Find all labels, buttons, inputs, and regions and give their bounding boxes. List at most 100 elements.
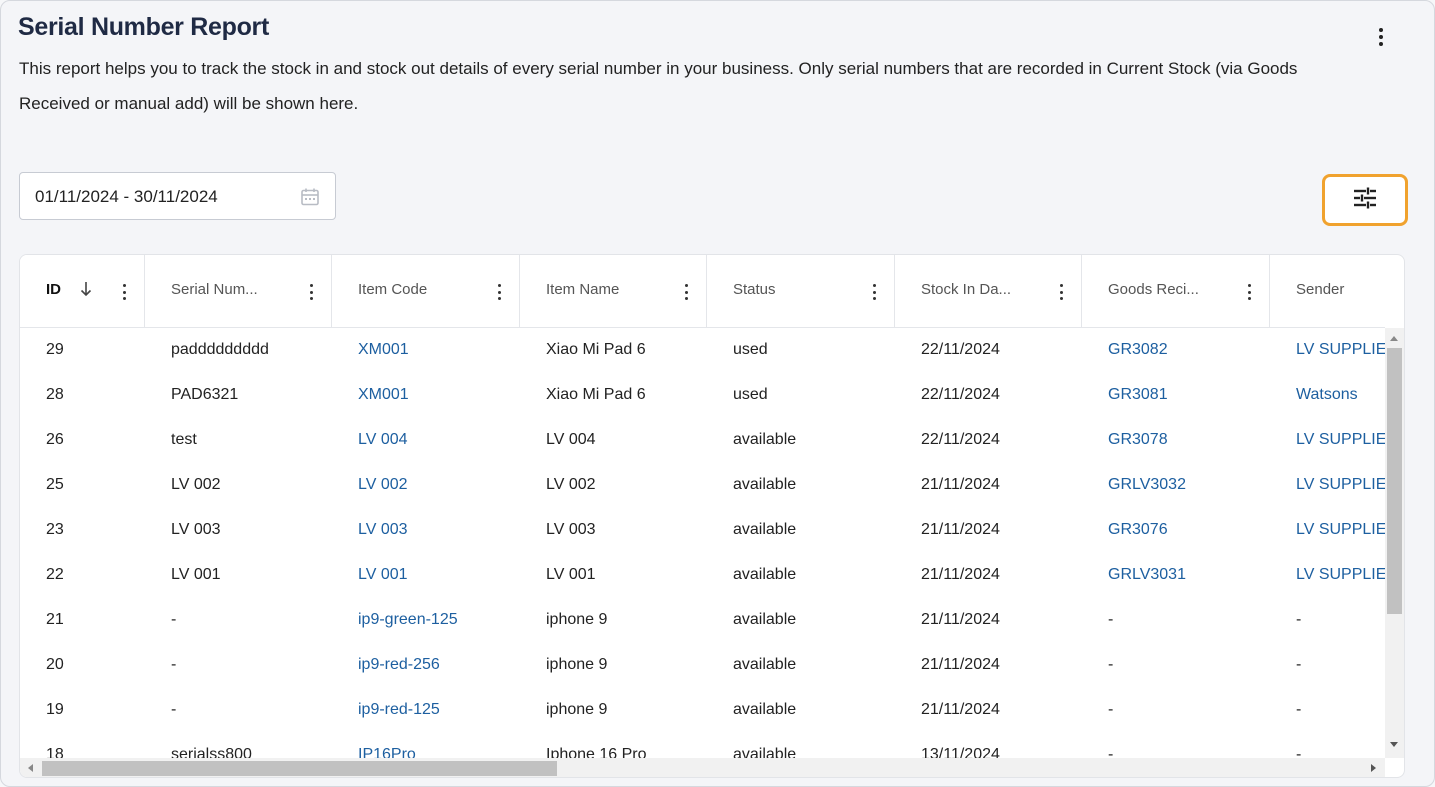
column-menu-icon[interactable] bbox=[498, 284, 502, 300]
col-goods-received-cell[interactable]: GR3082 bbox=[1108, 341, 1168, 359]
table-row[interactable]: 18 serialss800 IP16Pro Iphone 16 Pro availab… bbox=[20, 733, 1385, 758]
table-row[interactable]: 19 - ip9-red-125 iphone 9 available 21/11/202… bbox=[20, 688, 1385, 733]
col-sender-cell: - bbox=[1296, 656, 1302, 673]
col-goods-received-cell: - bbox=[1108, 611, 1114, 628]
col-status-cell: used bbox=[733, 341, 768, 358]
col-id-cell: 22 bbox=[46, 566, 64, 583]
col-sender-cell[interactable]: LV SUPPLIEI bbox=[1296, 476, 1385, 494]
column-menu-icon[interactable] bbox=[1060, 284, 1064, 300]
col-item-code-cell[interactable]: IP16Pro bbox=[358, 746, 416, 758]
col-goods-received-cell[interactable]: GRLV3031 bbox=[1108, 566, 1186, 584]
col-serial-number-cell: LV 001 bbox=[171, 566, 221, 583]
col-id-cell: 29 bbox=[46, 341, 64, 358]
col-serial-number-cell: PAD6321 bbox=[171, 386, 239, 403]
col-goods-received-cell[interactable]: GR3076 bbox=[1108, 521, 1168, 539]
col-item-name-cell: LV 003 bbox=[546, 521, 596, 538]
column-menu-icon[interactable] bbox=[685, 284, 689, 300]
col-id-cell: 26 bbox=[46, 431, 64, 448]
col-serial-number-cell: paddddddddd bbox=[171, 341, 269, 358]
col-item-code-cell[interactable]: LV 002 bbox=[358, 476, 408, 494]
column-header-sender[interactable]: Sender bbox=[1270, 255, 1404, 327]
col-item-name-cell: Iphone 16 Pro bbox=[546, 746, 647, 758]
col-stock-in-date-cell: 21/11/2024 bbox=[921, 701, 1000, 718]
column-header-item-code[interactable]: Item Code bbox=[332, 255, 520, 327]
col-stock-in-date-cell: 21/11/2024 bbox=[921, 656, 1000, 673]
col-item-name-cell: Xiao Mi Pad 6 bbox=[546, 386, 646, 403]
date-range-picker[interactable]: 01/11/2024 - 30/11/2024 bbox=[19, 172, 336, 220]
col-item-code-cell[interactable]: ip9-green-125 bbox=[358, 611, 458, 629]
col-sender-cell[interactable]: LV SUPPLIEI bbox=[1296, 431, 1385, 449]
table-row[interactable]: 26 test LV 004 LV 004 available 22/11/2024 GR3… bbox=[20, 418, 1385, 463]
filter-button[interactable] bbox=[1322, 174, 1408, 226]
scroll-right-icon[interactable] bbox=[1371, 764, 1376, 772]
table-row[interactable]: 29 paddddddddd XM001 Xiao Mi Pad 6 used 22/11… bbox=[20, 328, 1385, 373]
column-header-goods-received[interactable]: Goods Reci... bbox=[1082, 255, 1270, 327]
table-row[interactable]: 20 - ip9-red-256 iphone 9 available 21/11/202… bbox=[20, 643, 1385, 688]
column-label: Serial Num... bbox=[171, 281, 258, 298]
column-menu-icon[interactable] bbox=[123, 284, 127, 300]
serial-number-report-page: Serial Number Report This report helps y… bbox=[0, 0, 1435, 787]
horizontal-scrollbar[interactable] bbox=[20, 758, 1385, 777]
col-item-code-cell[interactable]: LV 004 bbox=[358, 431, 408, 449]
col-sender-cell[interactable]: LV SUPPLIEI bbox=[1296, 566, 1385, 584]
col-item-name-cell: iphone 9 bbox=[546, 611, 608, 628]
col-goods-received-cell: - bbox=[1108, 701, 1114, 718]
column-header-status[interactable]: Status bbox=[707, 255, 895, 327]
col-sender-cell[interactable]: Watsons bbox=[1296, 386, 1358, 404]
col-sender-cell: - bbox=[1296, 701, 1302, 718]
col-status-cell: available bbox=[733, 566, 797, 583]
horizontal-scroll-thumb[interactable] bbox=[42, 761, 557, 776]
page-title: Serial Number Report bbox=[18, 13, 270, 41]
more-options-icon[interactable] bbox=[1369, 23, 1393, 51]
vertical-scrollbar[interactable] bbox=[1385, 328, 1404, 758]
col-item-code-cell[interactable]: ip9-red-125 bbox=[358, 701, 440, 719]
col-id-cell: 28 bbox=[46, 386, 64, 403]
col-item-name-cell: LV 002 bbox=[546, 476, 596, 493]
col-item-code-cell[interactable]: ip9-red-256 bbox=[358, 656, 440, 674]
col-sender-cell[interactable]: LV SUPPLIEI bbox=[1296, 521, 1385, 539]
scroll-down-icon[interactable] bbox=[1390, 742, 1398, 747]
col-stock-in-date-cell: 21/11/2024 bbox=[921, 566, 1000, 583]
col-stock-in-date-cell: 21/11/2024 bbox=[921, 476, 1000, 493]
col-goods-received-cell[interactable]: GRLV3032 bbox=[1108, 476, 1186, 494]
col-item-code-cell[interactable]: XM001 bbox=[358, 341, 409, 359]
col-goods-received-cell[interactable]: GR3081 bbox=[1108, 386, 1168, 404]
col-serial-number-cell: LV 002 bbox=[171, 476, 221, 493]
col-sender-cell: - bbox=[1296, 746, 1302, 758]
col-item-code-cell[interactable]: LV 003 bbox=[358, 521, 408, 539]
col-stock-in-date-cell: 22/11/2024 bbox=[921, 431, 1000, 448]
column-menu-icon[interactable] bbox=[310, 284, 314, 300]
col-sender-cell[interactable]: LV SUPPLIEI bbox=[1296, 341, 1385, 359]
scroll-up-icon[interactable] bbox=[1390, 336, 1398, 341]
table-row[interactable]: 22 LV 001 LV 001 LV 001 available 21/11/2024 G… bbox=[20, 553, 1385, 598]
col-stock-in-date-cell: 21/11/2024 bbox=[921, 611, 1000, 628]
col-id-cell: 20 bbox=[46, 656, 64, 673]
column-header-id[interactable]: ID bbox=[20, 255, 145, 327]
col-item-code-cell[interactable]: LV 001 bbox=[358, 566, 408, 584]
column-header-stock-in-date[interactable]: Stock In Da... bbox=[895, 255, 1082, 327]
calendar-icon[interactable] bbox=[300, 187, 320, 212]
table-row[interactable]: 21 - ip9-green-125 iphone 9 available 21/11/2… bbox=[20, 598, 1385, 643]
col-item-code-cell[interactable]: XM001 bbox=[358, 386, 409, 404]
scroll-left-icon[interactable] bbox=[28, 764, 33, 772]
col-status-cell: available bbox=[733, 521, 797, 538]
col-goods-received-cell[interactable]: GR3078 bbox=[1108, 431, 1168, 449]
table-row[interactable]: 25 LV 002 LV 002 LV 002 available 21/11/2024 G… bbox=[20, 463, 1385, 508]
column-label: Status bbox=[733, 281, 776, 298]
table-row[interactable]: 23 LV 003 LV 003 LV 003 available 21/11/2024 G… bbox=[20, 508, 1385, 553]
table-row[interactable]: 28 PAD6321 XM001 Xiao Mi Pad 6 used 22/11/202… bbox=[20, 373, 1385, 418]
date-range-value: 01/11/2024 - 30/11/2024 bbox=[35, 187, 218, 206]
col-status-cell: available bbox=[733, 611, 797, 628]
col-status-cell: available bbox=[733, 656, 797, 673]
vertical-scroll-thumb[interactable] bbox=[1387, 348, 1402, 614]
column-label: Item Name bbox=[546, 281, 620, 298]
col-id-cell: 19 bbox=[46, 701, 64, 718]
sort-descending-icon[interactable] bbox=[80, 281, 92, 297]
column-label: Stock In Da... bbox=[921, 281, 1012, 298]
column-header-serial-number[interactable]: Serial Num... bbox=[145, 255, 332, 327]
col-stock-in-date-cell: 22/11/2024 bbox=[921, 341, 1000, 358]
column-menu-icon[interactable] bbox=[1248, 284, 1252, 300]
column-menu-icon[interactable] bbox=[873, 284, 877, 300]
column-header-item-name[interactable]: Item Name bbox=[520, 255, 707, 327]
column-label: Item Code bbox=[358, 281, 428, 298]
